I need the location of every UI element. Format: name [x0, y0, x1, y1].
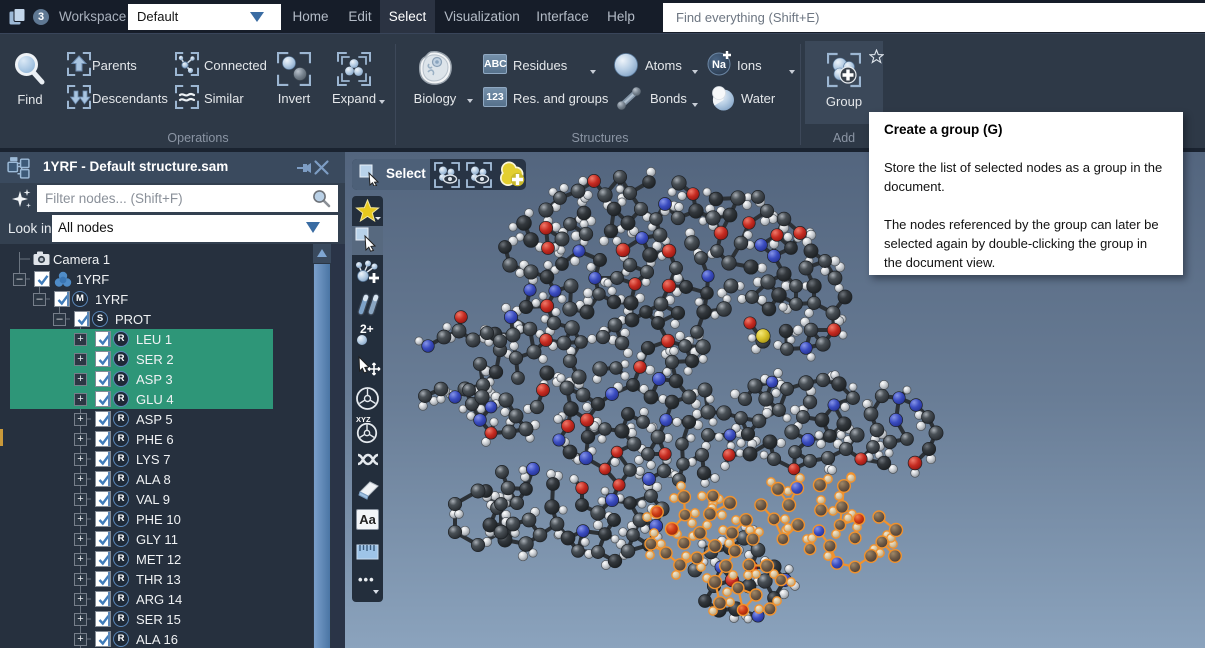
svg-text:Na: Na	[712, 59, 727, 71]
